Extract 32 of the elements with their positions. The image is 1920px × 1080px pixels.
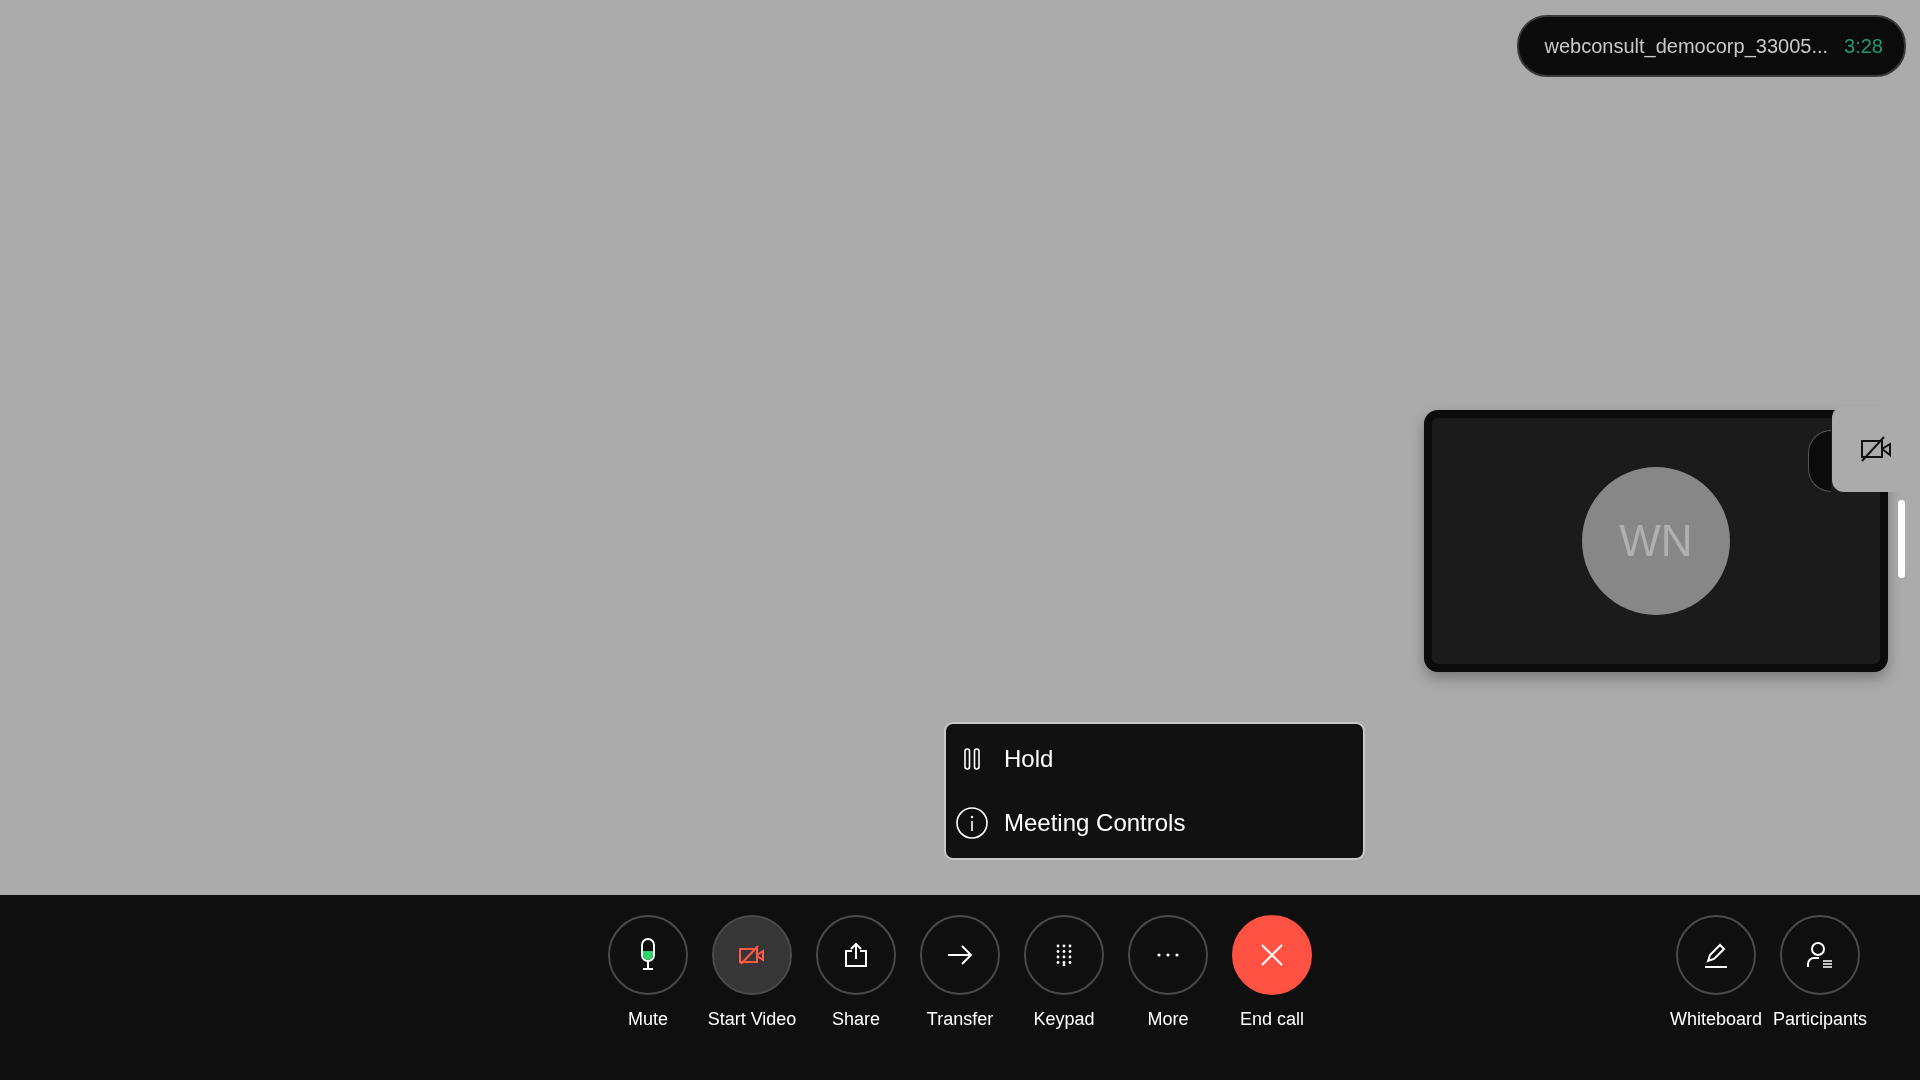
menu-item-label: Meeting Controls: [1004, 809, 1186, 837]
scrollbar-thumb[interactable]: [1898, 500, 1905, 578]
tile-close-button[interactable]: [1808, 430, 1831, 492]
more-icon: [1157, 953, 1179, 957]
button-label: Share: [831, 1009, 880, 1030]
whiteboard-button[interactable]: [1676, 915, 1756, 995]
pencil-icon: [1704, 942, 1728, 968]
microphone-icon: [640, 938, 656, 972]
menu-item[interactable]: Meeting Controls: [956, 794, 1353, 852]
button-label: Start Video: [707, 1009, 797, 1030]
keypad-icon: [1056, 944, 1072, 966]
mic-button[interactable]: [608, 915, 688, 995]
share-button[interactable]: [816, 915, 896, 995]
camera-off-icon: [1860, 436, 1892, 462]
button-label: Participants: [1772, 1009, 1867, 1030]
button-label: Keypad: [1033, 1009, 1095, 1030]
button-label: End call: [1239, 1009, 1304, 1030]
meeting-title: webconsult_democorp_33005...: [1544, 34, 1829, 58]
participants-button[interactable]: [1780, 915, 1860, 995]
camera-off-icon: [738, 944, 766, 966]
button-label: Transfer: [926, 1009, 994, 1030]
close-icon: [1261, 944, 1283, 966]
info-icon: [956, 807, 988, 839]
button-label: Mute: [628, 1009, 668, 1030]
meeting-duration: 3:28: [1844, 34, 1883, 58]
button-label: Whiteboard: [1669, 1009, 1763, 1030]
share-icon: [843, 942, 869, 968]
button-label: More: [1147, 1009, 1189, 1030]
menu-item-label: Hold: [1004, 745, 1054, 773]
menu-item[interactable]: Hold: [956, 730, 1353, 788]
arrow-right-icon: [947, 945, 973, 965]
participants-icon: [1807, 942, 1833, 968]
